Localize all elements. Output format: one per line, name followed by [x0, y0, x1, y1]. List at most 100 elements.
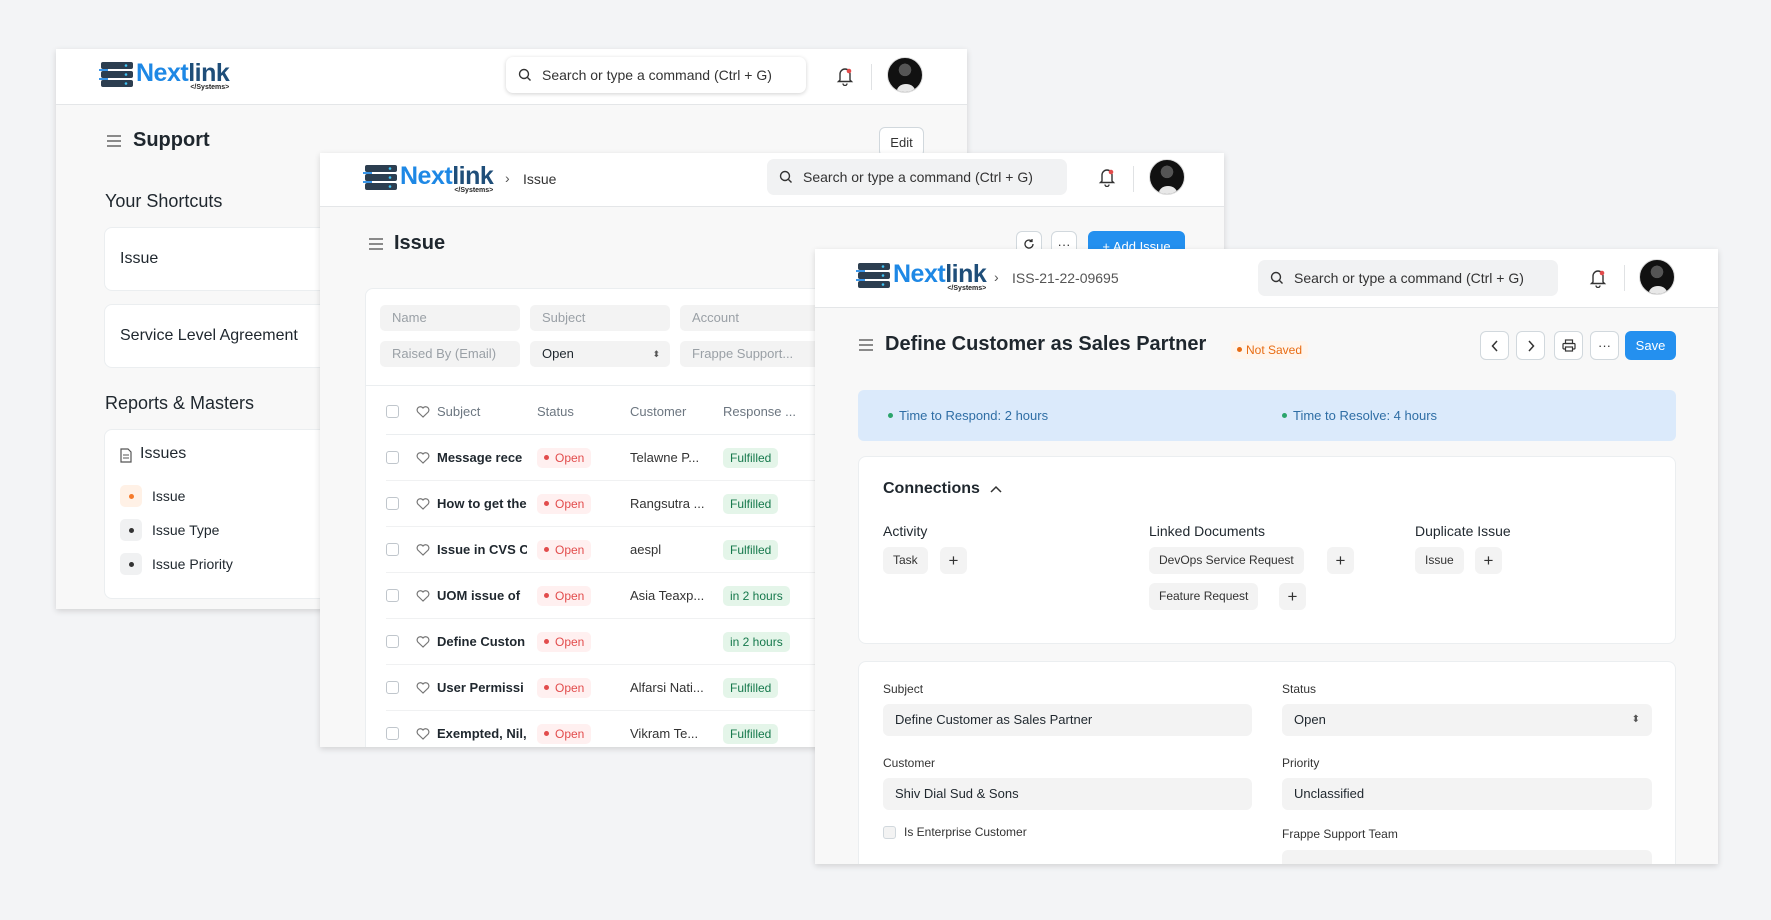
row-subject[interactable]: User Permissi	[437, 680, 527, 695]
heart-icon[interactable]	[416, 681, 430, 694]
heart-icon[interactable]	[416, 635, 430, 648]
status-badge: Open	[537, 677, 592, 698]
brand-logo[interactable]: Nextlink </Systems>	[98, 59, 230, 91]
add-task-button[interactable]: +	[940, 547, 967, 574]
filter-status-select[interactable]: Open ⬍	[530, 341, 670, 367]
table-row[interactable]: UOM issue of Open Asia Teaxp... in 2 hours	[386, 573, 836, 619]
status-badge: Open	[537, 631, 592, 652]
table-row[interactable]: Issue in CVS C Open aespl Fulfilled	[386, 527, 836, 573]
row-response: Fulfilled	[723, 723, 779, 744]
notification-bell-icon[interactable]	[1098, 167, 1116, 187]
table-row[interactable]: Exempted, Nil, Open Vikram Te... Fulfilled	[386, 711, 836, 747]
table-row[interactable]: Define Custon Open in 2 hours	[386, 619, 836, 665]
heart-icon[interactable]	[416, 497, 430, 510]
select-all-checkbox[interactable]	[386, 405, 399, 418]
filter-subject[interactable]: Subject	[530, 305, 670, 331]
user-avatar[interactable]	[1639, 259, 1675, 295]
filter-team-select[interactable]: Frappe Support...	[680, 341, 820, 367]
report-link-issue-type[interactable]: Issue Type	[120, 519, 219, 541]
navbar-divider	[1624, 265, 1625, 291]
notification-bell-icon[interactable]	[1589, 268, 1607, 288]
row-checkbox[interactable]	[386, 589, 399, 602]
add-devops-request-button[interactable]: +	[1327, 547, 1354, 574]
status-badge: Open	[537, 493, 592, 514]
search-input[interactable]: Search or type a command (Ctrl + G)	[506, 57, 806, 93]
subject-field[interactable]: Define Customer as Sales Partner	[883, 704, 1252, 736]
table-row[interactable]: Message rece Open Telawne P... Fulfilled	[386, 435, 836, 481]
connection-devops-service-request[interactable]: DevOps Service Request	[1149, 547, 1304, 574]
user-avatar[interactable]	[1149, 159, 1185, 195]
add-feature-request-button[interactable]: +	[1279, 583, 1306, 610]
response-badge: in 2 hours	[723, 585, 790, 606]
response-badge: in 2 hours	[723, 631, 790, 652]
column-subject[interactable]: Subject	[437, 404, 537, 419]
column-customer[interactable]: Customer	[630, 404, 723, 419]
row-subject[interactable]: Exempted, Nil,	[437, 726, 527, 741]
connection-issue[interactable]: Issue	[1415, 547, 1464, 574]
logo-subtitle: </Systems>	[947, 285, 987, 292]
logo-name-first: Next	[136, 59, 189, 87]
breadcrumb-issue[interactable]: Issue	[523, 171, 556, 187]
row-subject[interactable]: UOM issue of	[437, 588, 527, 603]
row-checkbox[interactable]	[386, 727, 399, 740]
sidebar-toggle-icon[interactable]	[106, 134, 122, 148]
add-duplicate-issue-button[interactable]: +	[1475, 547, 1502, 574]
heart-icon[interactable]	[416, 589, 430, 602]
row-subject[interactable]: How to get the	[437, 496, 527, 511]
heart-icon[interactable]	[416, 727, 430, 740]
brand-logo[interactable]: Nextlink </Systems>	[362, 163, 494, 194]
row-checkbox[interactable]	[386, 497, 399, 510]
column-status[interactable]: Status	[537, 404, 630, 419]
row-status: Open	[537, 585, 630, 606]
filter-raised-by[interactable]: Raised By (Email)	[380, 341, 520, 367]
customer-field[interactable]: Shiv Dial Sud & Sons	[883, 778, 1252, 810]
enterprise-checkbox-row[interactable]: Is Enterprise Customer	[883, 825, 1027, 839]
row-response: Fulfilled	[723, 447, 779, 468]
heart-icon[interactable]	[416, 405, 430, 418]
connection-feature-request[interactable]: Feature Request	[1149, 583, 1259, 610]
orange-dot-icon	[120, 485, 142, 507]
heart-icon[interactable]	[416, 543, 430, 556]
report-link-issue[interactable]: Issue	[120, 485, 185, 507]
save-button[interactable]: Save	[1625, 331, 1676, 360]
more-actions-button[interactable]: ···	[1590, 331, 1619, 360]
breadcrumb-issue-id[interactable]: ISS-21-22-09695	[1012, 270, 1119, 286]
filter-name[interactable]: Name	[380, 305, 520, 331]
report-link-issue-priority[interactable]: Issue Priority	[120, 553, 233, 575]
enterprise-checkbox[interactable]	[883, 825, 896, 839]
plus-icon: +	[1483, 551, 1494, 570]
table-row[interactable]: User Permissi Open Alfarsi Nati... Fulfille…	[386, 665, 836, 711]
support-team-field[interactable]	[1282, 850, 1652, 864]
row-subject[interactable]: Define Custon	[437, 634, 527, 649]
table-row[interactable]: How to get the Open Rangsutra ... Fulfilled	[386, 481, 836, 527]
heart-icon[interactable]	[416, 451, 430, 464]
gray-dot-icon	[120, 553, 142, 575]
breadcrumb-chevron-icon: ›	[994, 269, 999, 285]
logo-name-first: Next	[893, 260, 946, 288]
row-subject[interactable]: Issue in CVS C	[437, 542, 527, 557]
row-checkbox[interactable]	[386, 681, 399, 694]
user-avatar[interactable]	[887, 57, 923, 93]
sidebar-toggle-icon[interactable]	[368, 237, 384, 251]
row-checkbox[interactable]	[386, 543, 399, 556]
next-doc-button[interactable]	[1516, 331, 1545, 360]
status-select[interactable]: Open ⬍	[1282, 704, 1652, 736]
search-icon	[779, 170, 792, 183]
search-input[interactable]: Search or type a command (Ctrl + G)	[1258, 260, 1558, 296]
filter-account[interactable]: Account	[680, 305, 820, 331]
row-subject[interactable]: Message rece	[437, 450, 527, 465]
connection-task[interactable]: Task	[883, 547, 928, 574]
column-response[interactable]: Response ...	[723, 404, 796, 419]
print-button[interactable]	[1554, 331, 1583, 360]
connections-toggle[interactable]: Connections	[883, 480, 1002, 498]
row-checkbox[interactable]	[386, 451, 399, 464]
previous-doc-button[interactable]	[1480, 331, 1509, 360]
row-status: Open	[537, 677, 630, 698]
brand-logo[interactable]: Nextlink </Systems>	[855, 260, 987, 292]
sidebar-toggle-icon[interactable]	[858, 338, 874, 352]
priority-field[interactable]: Unclassified	[1282, 778, 1652, 810]
notification-bell-icon[interactable]	[836, 66, 854, 86]
list-divider	[366, 385, 886, 386]
search-input[interactable]: Search or type a command (Ctrl + G)	[767, 159, 1067, 195]
row-checkbox[interactable]	[386, 635, 399, 648]
